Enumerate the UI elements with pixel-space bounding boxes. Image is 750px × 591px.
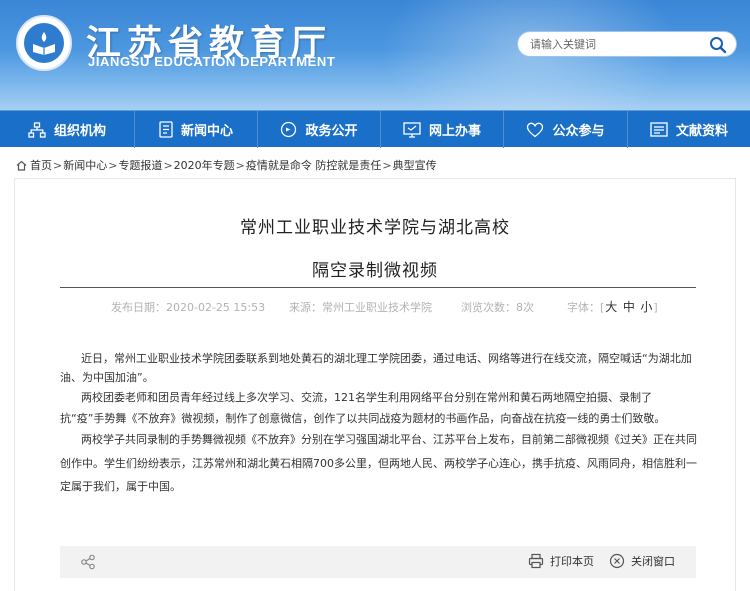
main-nav: 组织机构 新闻中心 政务公开 网上办事 公众参与 文献资料	[0, 110, 750, 148]
nav-item-docs[interactable]: 文献资料	[628, 111, 750, 148]
print-label: 打印本页	[550, 555, 594, 568]
monitor-icon	[403, 121, 421, 138]
article-title-line2: 隔空录制微视频	[312, 261, 438, 281]
breadcrumb-separator: >	[235, 158, 245, 172]
search-input[interactable]	[530, 36, 700, 53]
nav-item-org[interactable]: 组织机构	[0, 111, 134, 148]
article-title-line1: 常州工业职业技术学院与湖北高校	[240, 218, 510, 238]
article-toolbar: 打印本页 关闭窗口	[60, 546, 696, 578]
font-small-button[interactable]: 小	[640, 300, 652, 314]
breadcrumb-news[interactable]: 新闻中心	[63, 157, 107, 173]
nav-item-news[interactable]: 新闻中心	[135, 111, 257, 148]
body-line: 油、为中国加油”。	[60, 371, 154, 384]
article-source: 来源：常州工业职业技术学院	[289, 301, 432, 314]
publish-date: 发布日期：2020-02-25 15:53	[111, 301, 266, 314]
nav-label-news: 新闻中心	[180, 124, 233, 139]
chat-icon	[280, 121, 297, 138]
nav-item-gov[interactable]: 政务公开	[258, 111, 380, 148]
emblem-inner	[24, 23, 64, 63]
nav-label-docs: 文献资料	[675, 124, 728, 139]
search-box	[517, 31, 737, 57]
breadcrumb-2020[interactable]: 2020年专题	[174, 157, 235, 173]
site-header: 江苏省教育厅 JIANGSU EDUCATION DEPARTMENT	[0, 0, 750, 110]
close-icon	[609, 553, 625, 569]
breadcrumb: 首页 > 新闻中心 > 专题报道 > 2020年专题 > 疫情就是命令 防控就是…	[16, 157, 437, 173]
breadcrumb-separator: >	[163, 158, 173, 172]
font-medium-button[interactable]: 中	[623, 300, 635, 314]
nav-label-public: 公众参与	[552, 124, 605, 139]
share-icon	[81, 554, 95, 570]
document-icon	[159, 121, 173, 138]
font-bracket-open: [	[600, 301, 605, 314]
print-button[interactable]: 打印本页	[528, 553, 594, 569]
font-large-button[interactable]: 大	[605, 300, 617, 314]
body-line: 两校学子共同录制的手势舞微视频《不放弃》分别在学习强国湖北平台、江苏平台上发布，…	[81, 433, 697, 446]
nav-label-online: 网上办事	[428, 124, 481, 139]
nav-label-gov: 政务公开	[305, 124, 358, 139]
close-label: 关闭窗口	[631, 555, 675, 568]
breadcrumb-separator: >	[53, 158, 63, 172]
nav-item-online[interactable]: 网上办事	[381, 111, 503, 148]
nav-label-org: 组织机构	[53, 124, 106, 139]
breadcrumb-epidemic[interactable]: 疫情就是命令 防控就是责任	[246, 157, 382, 173]
search-icon	[710, 37, 727, 54]
body-line: 抗“疫”手势舞《不放弃》微视频，制作了创意微信，创作了以共同战疫为题材的书画作品…	[60, 412, 666, 425]
title-divider	[60, 287, 696, 288]
breadcrumb-special[interactable]: 专题报道	[118, 157, 162, 173]
logo-emblem[interactable]	[16, 15, 72, 71]
close-window-button[interactable]: 关闭窗口	[609, 553, 675, 569]
share-button[interactable]	[80, 554, 96, 574]
org-chart-icon	[28, 121, 46, 138]
printer-icon	[528, 553, 544, 569]
site-subtitle: JIANGSU EDUCATION DEPARTMENT	[88, 54, 336, 69]
breadcrumb-home[interactable]: 首页	[30, 157, 52, 173]
home-icon	[16, 160, 27, 171]
body-line: 创作中。学生们纷纷表示，江苏常州和湖北黄石相隔700多公里，但两地人民、两校学子…	[60, 457, 697, 470]
breadcrumb-separator: >	[382, 158, 392, 172]
font-size-control: 字体：[大 中 小]	[567, 298, 658, 315]
breadcrumb-separator: >	[108, 158, 118, 172]
body-line: 定属于我们，属于中国。	[60, 480, 181, 493]
view-count: 浏览次数：8次	[461, 301, 534, 314]
font-bracket-close: ]	[653, 301, 658, 314]
font-size-label: 字体：	[567, 301, 600, 314]
heart-icon	[526, 122, 544, 138]
nav-item-public[interactable]: 公众参与	[504, 111, 627, 148]
folder-icon	[650, 122, 668, 137]
search-button[interactable]	[708, 35, 728, 55]
body-line: 两校团委老师和团员青年经过线上多次学习、交流，121名学生利用网络平台分别在常州…	[81, 391, 652, 404]
book-flame-icon	[33, 32, 55, 55]
breadcrumb-typical[interactable]: 典型宣传	[393, 157, 437, 173]
body-line: 近日，常州工业职业技术学院团委联系到地处黄石的湖北理工学院团委，通过电话、网络等…	[81, 352, 692, 365]
